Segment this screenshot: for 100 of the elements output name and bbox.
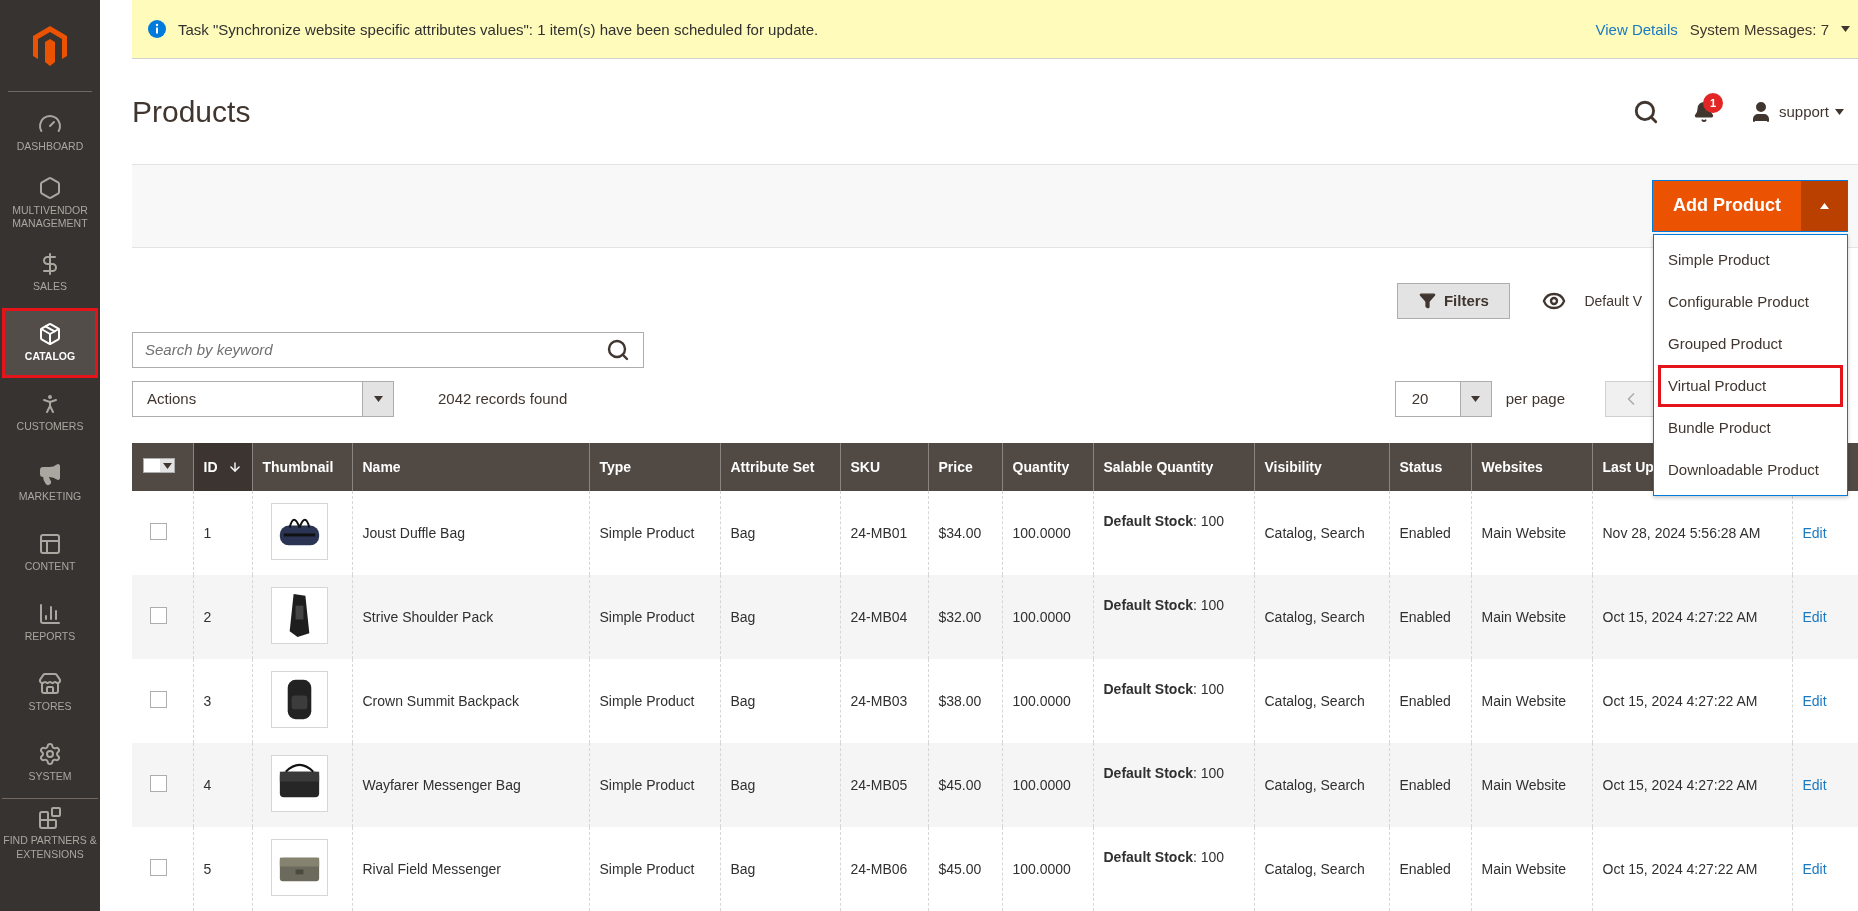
edit-link[interactable]: Edit [1802,693,1827,709]
column-header[interactable]: Thumbnail [252,443,352,491]
nav-item[interactable]: CATALOG [2,308,98,378]
table-cell: $32.00 [938,609,982,625]
view-selector[interactable]: Default V [1584,293,1642,309]
table-cell: Catalog, Search [1264,525,1365,541]
table-cell: 4 [203,777,212,793]
edit-link[interactable]: Edit [1802,609,1827,625]
table-cell: Simple Product [599,861,695,877]
table-cell: Default Stock: 100 [1103,597,1225,613]
nav-item[interactable]: REPORTS [2,588,98,658]
table-cell: Enabled [1399,525,1451,541]
menu-item[interactable]: Grouped Product [1658,322,1843,365]
nav-item[interactable]: CUSTOMERS [2,378,98,448]
table-cell: Simple Product [599,609,695,625]
notice-message: Task "Synchronize website specific attributes values": 1 item(s) have been scheduled for update. [178,20,820,38]
table-cell: Default Stock: 100 [1103,681,1225,697]
table-cell: 3 [203,693,212,709]
table-cell: Nov 28, 2024 5:56:28 AM [1602,525,1761,541]
table-cell: Simple Product [599,777,695,793]
table-cell: Bag [730,861,756,877]
table-cell: 5 [203,861,212,877]
column-header[interactable]: Name [352,443,589,491]
user-menu[interactable]: support [1748,99,1844,124]
column-header[interactable]: Price [928,443,1002,491]
table-cell: 24-MB03 [850,693,908,709]
menu-item[interactable]: Simple Product [1658,238,1843,281]
per-page-label: per page [1505,390,1565,408]
table-cell: 100.0000 [1012,609,1071,625]
table-cell: Catalog, Search [1264,609,1365,625]
table-cell: Simple Product [599,693,695,709]
table-cell: Oct 15, 2024 4:27:22 AM [1602,861,1758,877]
table-cell: Bag [730,525,756,541]
table-cell: Catalog, Search [1264,693,1365,709]
table-cell: 24-MB04 [850,609,908,625]
table-cell: $45.00 [938,777,982,793]
table-cell: $34.00 [938,525,982,541]
table-cell: 100.0000 [1012,861,1071,877]
page-size-select[interactable]: 20 [1394,381,1492,417]
nav-item[interactable]: SALES [2,238,98,308]
table-cell: Oct 15, 2024 4:27:22 AM [1602,777,1758,793]
table-cell: 24-MB05 [850,777,908,793]
nav-item[interactable]: STORES [2,658,98,728]
table-cell: Catalog, Search [1264,861,1365,877]
table-cell: Bag [730,693,756,709]
table-cell: Bag [730,777,756,793]
table-cell: Main Website [1481,693,1567,709]
menu-item[interactable]: Downloadable Product [1658,448,1843,491]
column-header[interactable]: Quantity [1002,443,1093,491]
table-cell: Rival Field Messenger [362,861,501,877]
table-cell: Main Website [1481,861,1567,877]
column-header[interactable]: Attribute Set [720,443,840,491]
page-title: Products [132,94,252,129]
table-cell: Oct 15, 2024 4:27:22 AM [1602,693,1758,709]
table-cell: Main Website [1481,525,1567,541]
table-cell: Main Website [1481,609,1567,625]
column-header[interactable]: SKU [840,443,928,491]
edit-link[interactable]: Edit [1802,777,1827,793]
edit-link[interactable]: Edit [1802,861,1827,877]
table-cell: Default Stock: 100 [1103,513,1225,529]
table-cell: Catalog, Search [1264,777,1365,793]
nav-item[interactable]: MULTIVENDOR MANAGEMENT [2,168,98,238]
table-cell: 24-MB06 [850,861,908,877]
table-cell: Wayfarer Messenger Bag [362,777,521,793]
nav-item[interactable]: CONTENT [2,518,98,588]
table-cell: Enabled [1399,693,1451,709]
search-field[interactable]: Search by keyword [132,332,644,368]
menu-item[interactable]: Virtual Product [1658,364,1843,407]
nav-item[interactable]: MARKETING [2,448,98,518]
table-cell: Strive Shoulder Pack [362,609,494,625]
menu-item[interactable]: Bundle Product [1658,406,1843,449]
table-cell: 100.0000 [1012,777,1071,793]
actions-select[interactable]: Actions [132,381,394,417]
notification-count: 1 [1702,92,1723,113]
table-cell: $38.00 [938,693,982,709]
table-cell: Default Stock: 100 [1103,849,1225,865]
view-details-link[interactable]: View Details [1595,20,1678,38]
edit-link[interactable]: Edit [1802,525,1827,541]
table-cell: Enabled [1399,777,1451,793]
table-cell: 2 [203,609,212,625]
add-product-button[interactable]: Add Product [1653,180,1801,231]
table-cell: Oct 15, 2024 4:27:22 AM [1602,609,1758,625]
column-header[interactable]: Type [589,443,720,491]
table-cell: Enabled [1399,609,1451,625]
nav-item[interactable]: SYSTEM [2,728,98,798]
column-header[interactable]: Websites [1471,443,1592,491]
table-cell: Main Website [1481,777,1567,793]
column-header[interactable]: Status [1389,443,1471,491]
column-header[interactable]: Visibility [1254,443,1389,491]
table-cell: Default Stock: 100 [1103,765,1225,781]
nav-item[interactable]: FIND PARTNERS & EXTENSIONS [2,798,98,868]
filters-button[interactable]: Filters [1397,283,1511,319]
system-messages-toggle[interactable]: System Messages: 7 [1689,20,1829,38]
column-header[interactable]: Salable Quantity [1093,443,1254,491]
menu-item[interactable]: Configurable Product [1658,280,1843,323]
nav-item[interactable]: DASHBOARD [2,98,98,168]
column-header[interactable]: ID [193,443,252,491]
table-cell: Bag [730,609,756,625]
table-cell: 24-MB01 [850,525,908,541]
records-count: 2042 records found [438,390,568,408]
